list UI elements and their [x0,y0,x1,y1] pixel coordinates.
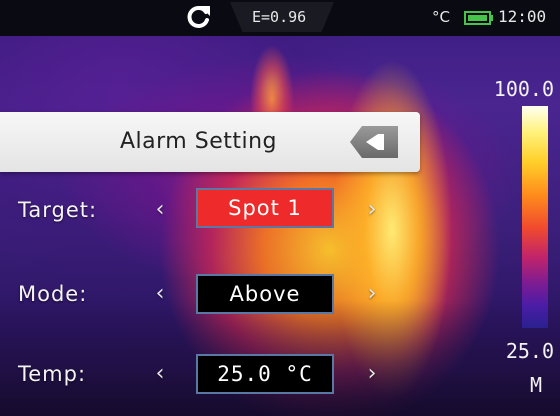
target-prev-arrow[interactable]: ‹ [150,192,170,228]
clock: 12:00 [498,7,547,26]
battery-icon [464,11,493,25]
temp-value[interactable]: 25.0 °C [196,354,334,394]
mode-label: Mode: [18,282,88,306]
temp-label: Temp: [18,362,87,386]
alarm-setting-title: Alarm Setting [120,129,277,154]
emissivity-value: E=0.96 [252,8,307,26]
target-label: Target: [18,198,98,222]
refresh-icon[interactable] [186,4,212,30]
temp-next-arrow[interactable]: › [362,356,382,392]
thermal-camera-screen: E=0.96 °C 12:00 100.0 25.0 M Alarm Setti… [0,0,560,416]
target-next-arrow[interactable]: › [362,192,382,228]
back-arrow-icon[interactable] [348,124,400,160]
mode-prev-arrow[interactable]: ‹ [150,276,170,312]
scale-max-value: 100.0 [493,77,554,101]
scale-min-value: 25.0 [505,339,554,363]
target-value[interactable]: Spot 1 [196,188,334,228]
temperature-unit: °C [432,8,450,26]
status-bar: E=0.96 °C 12:00 [0,0,560,36]
mode-value[interactable]: Above [196,274,334,314]
color-scale-bar [522,106,548,328]
mode-next-arrow[interactable]: › [362,276,382,312]
alarm-setting-header: Alarm Setting [0,112,420,172]
scale-mode-indicator[interactable]: M [516,372,556,398]
temp-prev-arrow[interactable]: ‹ [150,356,170,392]
